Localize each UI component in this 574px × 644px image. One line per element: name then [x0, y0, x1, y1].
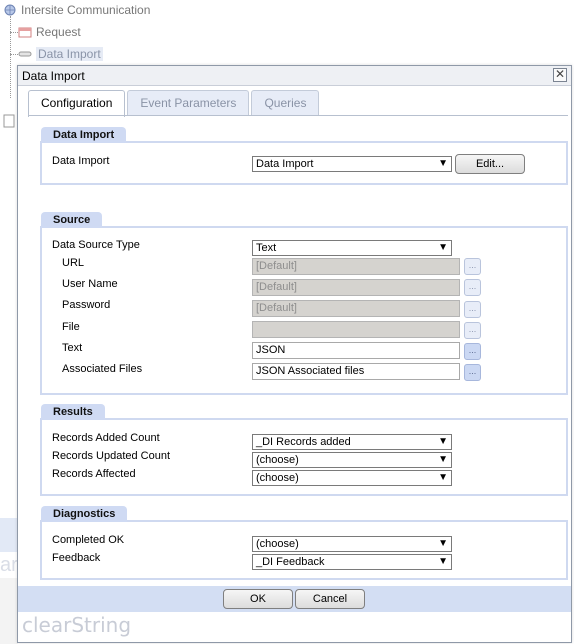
data-import-group: Data Import Data Import Data Import ▼ Ed…: [40, 127, 568, 185]
tab-bar: Configuration Event Parameters Queries: [28, 90, 320, 117]
chevron-down-icon: ▼: [438, 538, 448, 549]
document-icon: [3, 114, 15, 128]
records-added-count-label: Records Added Count: [52, 432, 160, 444]
tree-node-intersite-communication[interactable]: Intersite Communication: [3, 3, 150, 17]
file-browse-button[interactable]: ...: [464, 322, 481, 339]
select-value: Text: [256, 242, 277, 254]
results-group: Results Records Added Count _DI Records …: [40, 404, 568, 496]
password-label: Password: [62, 299, 111, 311]
group-heading: Source: [41, 212, 103, 228]
tree-connector: [10, 54, 18, 55]
feedback-select[interactable]: _DI Feedback ▼: [252, 554, 452, 570]
chevron-down-icon: ▼: [438, 436, 448, 447]
associated-files-label: Associated Files: [62, 363, 143, 375]
select-value: (choose): [256, 454, 299, 466]
ok-button[interactable]: OK: [223, 589, 293, 609]
tab-configuration[interactable]: Configuration: [28, 90, 126, 117]
brand-logo: clearString: [22, 613, 132, 637]
records-affected-select[interactable]: (choose) ▼: [252, 470, 452, 486]
data-source-type-label: Data Source Type: [52, 239, 140, 251]
link-icon: [18, 51, 32, 57]
close-button[interactable]: ✕: [553, 68, 567, 82]
configuration-panel: Data Import Data Import Data Import ▼ Ed…: [28, 115, 568, 585]
group-heading: Results: [41, 404, 105, 420]
edit-button[interactable]: Edit...: [455, 154, 525, 174]
calendar-icon: [18, 27, 32, 38]
background-watermark: ar: [0, 554, 18, 576]
dialog-title: Data Import: [22, 69, 85, 83]
tree-node-request[interactable]: Request: [18, 25, 81, 39]
tree-connector: [10, 16, 11, 98]
select-value: (choose): [256, 472, 299, 484]
dialog-titlebar[interactable]: Data Import ✕: [18, 66, 571, 86]
close-icon: ✕: [554, 67, 566, 81]
globe-icon: [4, 4, 16, 16]
completed-ok-label: Completed OK: [52, 534, 125, 546]
data-import-label: Data Import: [52, 155, 110, 167]
tree-node-label: Request: [36, 25, 81, 39]
file-field[interactable]: [252, 321, 460, 338]
select-value: _DI Records added: [256, 436, 351, 448]
text-browse-button[interactable]: ...: [464, 343, 481, 360]
chevron-down-icon: ▼: [438, 556, 448, 567]
source-group: Source Data Source Type Text ▼ URL [Defa…: [40, 212, 568, 395]
feedback-label: Feedback: [52, 552, 101, 564]
user-name-label: User Name: [62, 278, 118, 290]
select-value: (choose): [256, 538, 299, 550]
tree-connector: [10, 32, 18, 33]
text-label: Text: [62, 342, 83, 354]
select-value: Data Import: [256, 158, 314, 170]
records-added-count-select[interactable]: _DI Records added ▼: [252, 434, 452, 450]
select-value: _DI Feedback: [256, 556, 325, 568]
data-import-dialog: Data Import ✕ Configuration Event Parame…: [17, 65, 572, 643]
dialog-footer: OK Cancel: [18, 586, 571, 612]
associated-files-browse-button[interactable]: ...: [464, 364, 481, 381]
diagnostics-group: Diagnostics Completed OK (choose) ▼ Feed…: [40, 506, 568, 580]
tree-node-data-import[interactable]: Data Import: [18, 47, 103, 61]
user-name-field[interactable]: [Default]: [252, 279, 460, 296]
records-affected-label: Records Affected: [52, 468, 136, 480]
chevron-down-icon: ▼: [438, 454, 448, 465]
chevron-down-icon: ▼: [438, 242, 448, 253]
cancel-button[interactable]: Cancel: [295, 589, 365, 609]
tab-event-parameters[interactable]: Event Parameters: [127, 90, 250, 116]
background-panel: [0, 578, 18, 644]
group-heading: Diagnostics: [41, 506, 128, 522]
url-field[interactable]: [Default]: [252, 258, 460, 275]
associated-files-field[interactable]: JSON Associated files: [252, 363, 460, 380]
group-heading: Data Import: [41, 127, 127, 143]
tree-node-label: Intersite Communication: [21, 3, 151, 17]
chevron-down-icon: ▼: [438, 158, 448, 169]
user-name-browse-button[interactable]: ...: [464, 279, 481, 296]
data-import-select[interactable]: Data Import ▼: [252, 156, 452, 172]
url-label: URL: [62, 257, 85, 269]
file-label: File: [62, 321, 80, 333]
chevron-down-icon: ▼: [438, 472, 448, 483]
tab-queries[interactable]: Queries: [251, 90, 320, 116]
data-source-type-select[interactable]: Text ▼: [252, 240, 452, 256]
records-updated-count-select[interactable]: (choose) ▼: [252, 452, 452, 468]
password-browse-button[interactable]: ...: [464, 301, 481, 318]
completed-ok-select[interactable]: (choose) ▼: [252, 536, 452, 552]
text-field[interactable]: JSON: [252, 342, 460, 359]
tree-node-label: Data Import: [36, 47, 103, 61]
password-field[interactable]: [Default]: [252, 300, 460, 317]
records-updated-count-label: Records Updated Count: [52, 450, 171, 462]
url-browse-button[interactable]: ...: [464, 258, 481, 275]
background-panel: [0, 518, 18, 552]
